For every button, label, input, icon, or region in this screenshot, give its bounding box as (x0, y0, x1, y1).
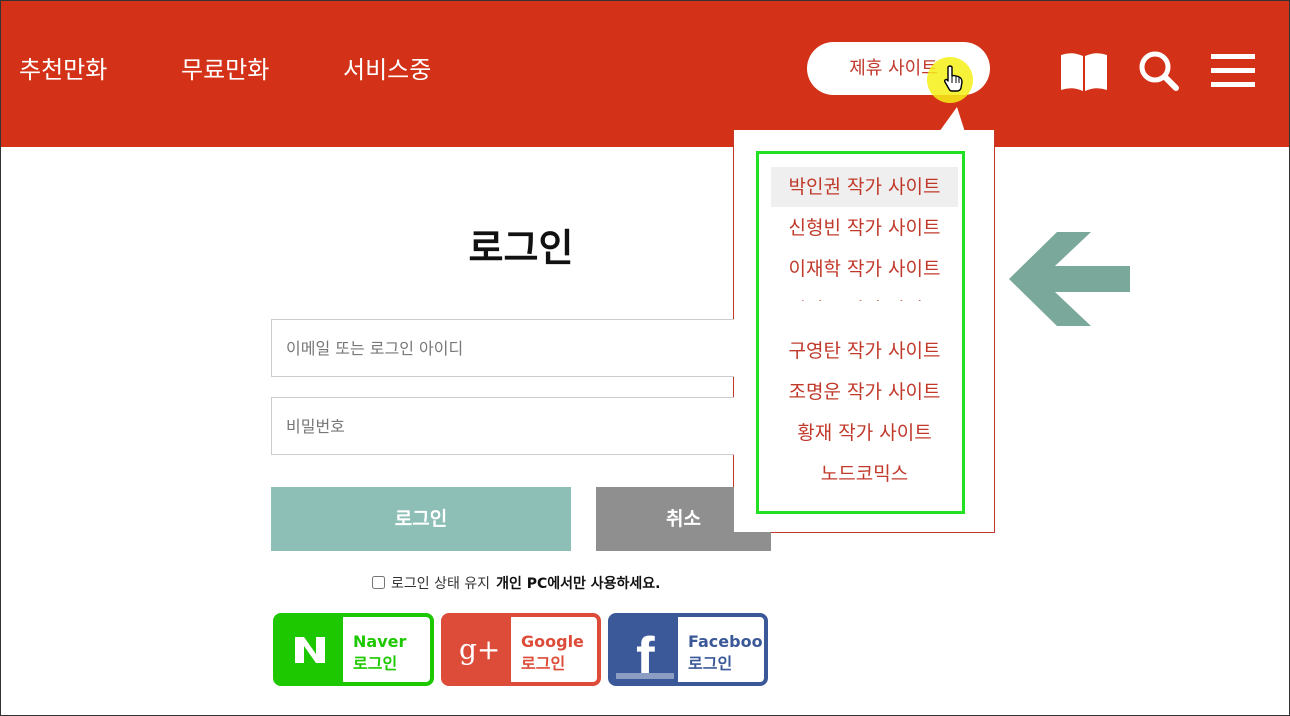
email-input[interactable] (271, 319, 771, 377)
login-button[interactable]: 로그인 (271, 487, 571, 551)
dropdown-item-shin-hyungbin[interactable]: 신형빈 작가 사이트 (771, 208, 958, 248)
facebook-login-button[interactable]: f Facebook 로그인 (608, 613, 768, 686)
naver-name: Naver (353, 632, 407, 651)
naver-logo-icon (277, 617, 343, 682)
naver-login-button[interactable]: Naver 로그인 (273, 613, 434, 686)
dropdown-item-nodecomics-overlay[interactable]: 노드코믹스 (771, 454, 958, 494)
dropdown-item-lee-jaehak[interactable]: 이재학 작가 사이트 (771, 249, 958, 289)
naver-action: 로그인 (353, 654, 398, 673)
login-title: 로그인 (468, 226, 574, 270)
naver-login-text: Naver 로그인 (343, 617, 430, 682)
keep-login-checkbox[interactable] (372, 576, 385, 589)
password-input[interactable] (271, 397, 771, 455)
facebook-name: Facebook (688, 632, 768, 651)
facebook-logo-bar (616, 673, 674, 679)
nav-free[interactable]: 무료만화 (181, 54, 269, 86)
dropdown-item-gu-youngtan-overlay[interactable]: 구영탄 작가 사이트 (771, 331, 958, 371)
dropdown-item-park-inkwon[interactable]: 박인권 작가 사이트 (771, 167, 958, 207)
google-glyph: g+ (459, 633, 501, 666)
book-icon[interactable] (1059, 51, 1109, 97)
nav-recommended[interactable]: 추천만화 (19, 54, 107, 86)
dropdown-item-hwang-jae-overlay[interactable]: 황재 작가 사이트 (771, 413, 958, 453)
dropdown-notch (939, 105, 969, 136)
facebook-action: 로그인 (688, 654, 733, 673)
left-arrow-icon (1009, 232, 1131, 330)
dropdown-item-jo-myungwoon-overlay[interactable]: 조명운 작가 사이트 (771, 372, 958, 412)
top-header: 추천만화 무료만화 서비스중 제휴 사이트 (1, 1, 1289, 147)
facebook-logo-icon: f (612, 617, 678, 682)
pointer-cursor-icon (942, 65, 964, 97)
search-icon[interactable] (1138, 50, 1180, 96)
google-plus-logo-icon: g+ (445, 617, 511, 682)
menu-icon[interactable] (1211, 53, 1255, 93)
nav-in-service[interactable]: 서비스중 (343, 54, 431, 86)
keep-login-row: 로그인 상태 유지 개인 PC에서만 사용하세요. (372, 573, 660, 595)
google-action: 로그인 (521, 654, 566, 673)
google-login-button[interactable]: g+ Google 로그인 (441, 613, 601, 686)
facebook-login-text: Facebook 로그인 (678, 617, 764, 682)
google-login-text: Google 로그인 (511, 617, 597, 682)
keep-login-note: 개인 PC에서만 사용하세요. (496, 576, 661, 592)
keep-login-label: 로그인 상태 유지 (391, 576, 491, 592)
partner-sites-label: 제휴 사이트 (849, 58, 938, 79)
google-name: Google (521, 632, 584, 651)
page-frame: 추천만화 무료만화 서비스중 제휴 사이트 박인권 작가 사이트 신형빈 작가 … (0, 0, 1290, 716)
